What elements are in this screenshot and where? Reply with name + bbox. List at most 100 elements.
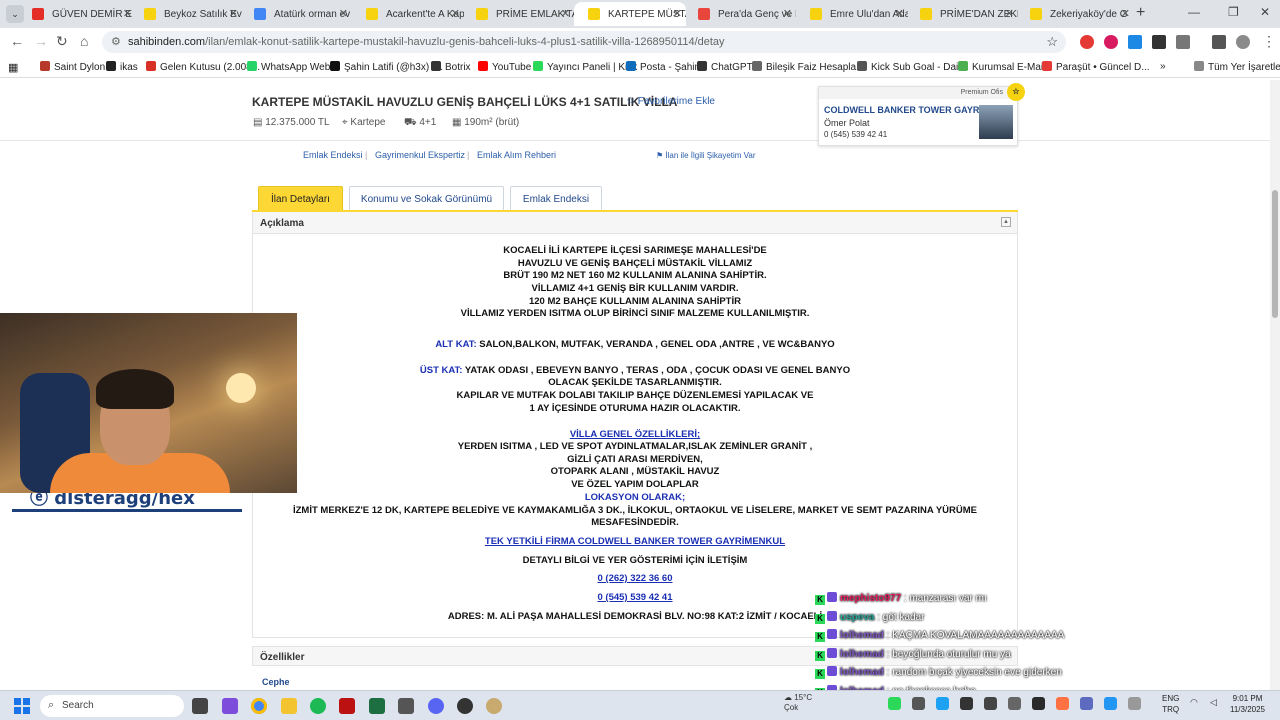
- bookmark-item[interactable]: Posta - Şahin: [626, 61, 700, 73]
- discord-icon[interactable]: [428, 698, 444, 714]
- menu-dots-icon[interactable]: ⋮: [1262, 33, 1276, 50]
- language-indicator[interactable]: ENG TRQ: [1162, 693, 1179, 715]
- bookmark-item[interactable]: ChatGPT: [697, 61, 753, 73]
- bookmark-item[interactable]: Saint Dylon: [40, 61, 105, 73]
- forward-icon[interactable]: →: [34, 33, 48, 49]
- minimize-icon[interactable]: —: [1188, 5, 1200, 19]
- tray-app-icon[interactable]: [936, 697, 949, 710]
- browser-tab[interactable]: KARTEPE MÜSTAK✕: [574, 2, 686, 26]
- scroll-thumb[interactable]: [1272, 190, 1278, 318]
- more-bookmarks-icon[interactable]: »: [1160, 61, 1166, 72]
- profile-avatar[interactable]: [1236, 35, 1250, 49]
- alim-rehberi-link[interactable]: Emlak Alım Rehberi: [477, 150, 556, 160]
- wifi-icon[interactable]: ◠: [1190, 697, 1198, 708]
- extension-icon[interactable]: [1104, 35, 1118, 49]
- task-view-icon[interactable]: [192, 698, 208, 714]
- tab-close-icon[interactable]: ✕: [451, 7, 460, 20]
- browser-tab[interactable]: Emre Ulu'dan Ada ✕: [796, 2, 908, 26]
- tray-app-icon[interactable]: [1104, 697, 1117, 710]
- tab-close-icon[interactable]: ✕: [229, 7, 238, 20]
- site-info-icon[interactable]: ⚙: [111, 35, 121, 48]
- complaint-link[interactable]: ⚑ İlan ile İlgili Şikayetim Var: [656, 151, 756, 160]
- extension-icon[interactable]: [1128, 35, 1142, 49]
- office-card[interactable]: Premium Ofis ☆ COLDWELL BANKER TOWER GAY…: [818, 83, 1025, 146]
- firm-link[interactable]: TEK YETKİLİ FİRMA COLDWELL BANKER TOWER …: [252, 536, 1018, 547]
- extension-icon[interactable]: [1152, 35, 1166, 49]
- browser-tab[interactable]: Beykoz Satılık Ev ✕: [130, 2, 242, 26]
- new-tab-button[interactable]: +: [1136, 4, 1145, 22]
- bookmark-item[interactable]: Gelen Kutusu (2.008...: [146, 61, 260, 73]
- apps-grid-icon[interactable]: ▦: [8, 61, 18, 74]
- bookmark-item[interactable]: Kurumsal E-Mail: [958, 61, 1045, 73]
- browser-tab[interactable]: Acarkent'te A Kap ✕: [352, 2, 464, 26]
- office-name[interactable]: COLDWELL BANKER TOWER GAYRİ...: [824, 105, 989, 115]
- bookmark-item[interactable]: Yayıncı Paneli | Kick: [533, 61, 637, 73]
- tray-app-icon[interactable]: [1128, 697, 1141, 710]
- tab-close-icon[interactable]: ✕: [561, 7, 570, 20]
- tray-app-icon[interactable]: [912, 697, 925, 710]
- reading-list-icon[interactable]: [1212, 35, 1226, 49]
- weather-widget[interactable]: ☁ 15°C Çok: [784, 693, 812, 713]
- tray-app-icon[interactable]: [888, 697, 901, 710]
- browser-tab[interactable]: Atatürk orman ev ✕: [240, 2, 352, 26]
- obs-icon[interactable]: [457, 698, 473, 714]
- tab-ilan-detaylari[interactable]: İlan Detayları: [258, 186, 343, 210]
- taskbar-search[interactable]: ⌕ Search: [40, 695, 184, 717]
- browser-tab[interactable]: PRİME'DAN ZEKE ✕: [906, 2, 1018, 26]
- add-favorite-link[interactable]: ☆ Favorilerime Ekle: [626, 96, 715, 107]
- bookmark-item[interactable]: Botrix: [431, 61, 471, 73]
- app-icon[interactable]: [486, 698, 502, 714]
- bookmark-item[interactable]: ikas: [106, 61, 138, 73]
- reload-icon[interactable]: ↻: [56, 33, 68, 50]
- tab-emlak-endeksi[interactable]: Emlak Endeksi: [510, 186, 602, 210]
- tray-app-icon[interactable]: [984, 697, 997, 710]
- bookmark-item[interactable]: Bileşik Faiz Hesapla...: [752, 61, 864, 73]
- app-icon[interactable]: [398, 698, 414, 714]
- home-icon[interactable]: ⌂: [80, 33, 88, 49]
- bookmark-item[interactable]: Kick Sub Goal - Dail...: [857, 61, 969, 73]
- browser-tab[interactable]: Zekeriyaköy'de G ✕: [1016, 2, 1134, 26]
- tray-app-icon[interactable]: [1032, 697, 1045, 710]
- tab-konum[interactable]: Konumu ve Sokak Görünümü: [349, 186, 504, 210]
- extension-icon[interactable]: [1080, 35, 1094, 49]
- spotify-icon[interactable]: [310, 698, 326, 714]
- collapse-icon[interactable]: ▲: [1001, 217, 1011, 227]
- tab-close-icon[interactable]: ✕: [1005, 7, 1014, 20]
- bookmark-star-icon[interactable]: ☆: [1046, 34, 1058, 50]
- bookmark-item[interactable]: Tüm Yer İşaretleri: [1194, 61, 1280, 73]
- copilot-icon[interactable]: [222, 698, 238, 714]
- bookmark-item[interactable]: YouTube: [478, 61, 531, 73]
- excel-icon[interactable]: [369, 698, 385, 714]
- chrome-taskbar-icon[interactable]: [251, 698, 267, 714]
- volume-icon[interactable]: ◁: [1210, 697, 1217, 708]
- bookmark-item[interactable]: WhatsApp Web: [247, 61, 330, 73]
- url-input[interactable]: ⚙ sahibinden.com/ilan/emlak-konut-satili…: [102, 31, 1066, 53]
- tab-close-icon[interactable]: ✕: [1121, 7, 1130, 20]
- windows-start-icon[interactable]: [14, 698, 30, 714]
- tab-close-icon[interactable]: ✕: [339, 7, 348, 20]
- close-window-icon[interactable]: ✕: [1260, 5, 1270, 19]
- tray-app-icon[interactable]: [1080, 697, 1093, 710]
- extensions-puzzle-icon[interactable]: [1176, 35, 1190, 49]
- phone-link-1[interactable]: 0 (262) 322 36 60: [252, 573, 1018, 584]
- tray-app-icon[interactable]: [1008, 697, 1021, 710]
- tab-close-icon[interactable]: ✕: [895, 7, 904, 20]
- tab-close-icon[interactable]: ✕: [673, 7, 682, 20]
- browser-tab[interactable]: Pera'da Genç ve M ✕: [684, 2, 796, 26]
- tray-app-icon[interactable]: [1056, 697, 1069, 710]
- browser-tab[interactable]: PRİME EMLAK'TA ✕: [462, 2, 574, 26]
- restore-icon[interactable]: ❐: [1228, 5, 1239, 19]
- streamer-hair: [96, 369, 174, 409]
- back-icon[interactable]: ←: [10, 33, 24, 49]
- tray-app-icon[interactable]: [960, 697, 973, 710]
- browser-tab[interactable]: GÜVEN DEMİR E ✕: [18, 2, 136, 26]
- ekspertiz-link[interactable]: Gayrimenkul Ekspertiz: [375, 150, 465, 160]
- bookmark-item[interactable]: Şahin Latifi (@h3x) /...: [330, 61, 443, 73]
- app-icon[interactable]: [339, 698, 355, 714]
- tab-close-icon[interactable]: ✕: [783, 7, 792, 20]
- page-scrollbar[interactable]: [1270, 80, 1280, 690]
- file-explorer-icon[interactable]: [281, 698, 297, 714]
- bookmark-item[interactable]: Paraşüt • Güncel D...: [1042, 61, 1150, 73]
- clock[interactable]: 9:01 PM 11/3/2025: [1230, 693, 1265, 715]
- emlak-endeksi-link[interactable]: Emlak Endeksi: [303, 150, 363, 160]
